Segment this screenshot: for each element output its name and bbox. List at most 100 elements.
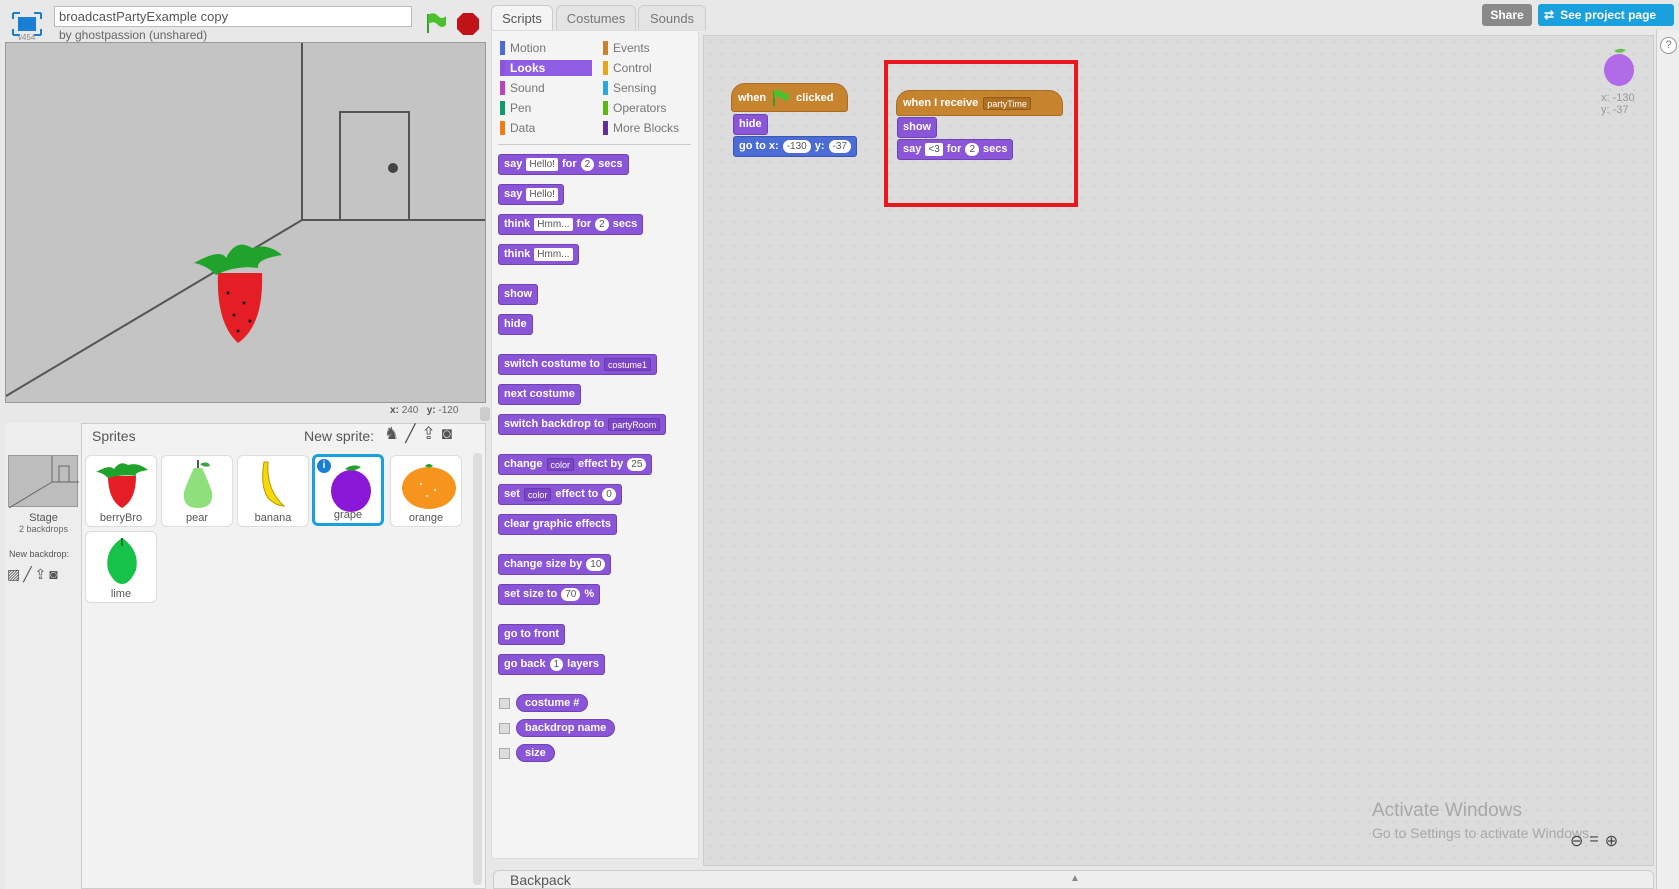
- sprite-tile-banana[interactable]: banana: [237, 455, 309, 527]
- banana-icon: [262, 461, 286, 507]
- think-for-secs-block[interactable]: think Hmm... for 2 secs: [498, 214, 644, 235]
- clear-effects-block[interactable]: clear graphic effects: [498, 514, 617, 535]
- next-costume-block[interactable]: next costume: [498, 384, 581, 405]
- stage[interactable]: [5, 42, 486, 403]
- grape-icon: [331, 465, 371, 512]
- strawberry-icon: [96, 463, 148, 508]
- paint-icon[interactable]: ╱: [23, 566, 31, 583]
- category-motion[interactable]: Motion: [500, 40, 592, 56]
- new-sprite-label: New sprite:: [304, 428, 375, 444]
- sprites-title: Sprites: [92, 428, 136, 444]
- say-block[interactable]: say Hello!: [498, 184, 564, 205]
- switch-backdrop-block[interactable]: switch backdrop to partyRoom: [498, 414, 667, 435]
- zoom-out-icon[interactable]: ⊖: [1570, 831, 1583, 851]
- change-effect-block[interactable]: change color effect by 25: [498, 454, 653, 475]
- activate-windows-subtitle: Go to Settings to activate Windows.: [1372, 825, 1593, 841]
- highlight-box: [884, 60, 1078, 207]
- tab-costumes[interactable]: Costumes: [556, 5, 636, 31]
- tab-scripts[interactable]: Scripts: [491, 5, 553, 31]
- go-to-front-block[interactable]: go to front: [498, 624, 565, 645]
- pear-icon: [183, 460, 213, 508]
- version-label: v454: [18, 33, 36, 42]
- sprite-library-icon[interactable]: ♞: [384, 424, 399, 444]
- change-size-block[interactable]: change size by 10: [498, 554, 612, 575]
- category-divider: [498, 144, 691, 145]
- backdrop-count: 2 backdrops: [18, 524, 69, 534]
- stage-label: Stage: [29, 512, 58, 524]
- see-project-page-button[interactable]: ⇄ See project page: [1538, 4, 1674, 26]
- category-sensing[interactable]: Sensing: [603, 80, 695, 96]
- stage-coordinates: x: 240 y: -120: [390, 405, 459, 416]
- share-button[interactable]: Share: [1482, 4, 1532, 26]
- stage-thumbnail[interactable]: [8, 455, 79, 509]
- category-operators[interactable]: Operators: [603, 100, 695, 116]
- category-pen[interactable]: Pen: [500, 100, 592, 116]
- sprite-name: berryBro: [99, 512, 143, 524]
- sprite-tile-grape[interactable]: i grape: [312, 454, 384, 526]
- stage-collapse-handle[interactable]: [480, 407, 490, 421]
- costume-number-checkbox[interactable]: [499, 698, 510, 709]
- chevron-up-icon[interactable]: ▲: [1070, 873, 1080, 884]
- size-checkbox[interactable]: [499, 748, 510, 759]
- sprite-name: lime: [110, 588, 132, 600]
- sprite-name: pear: [185, 512, 209, 524]
- go-to-xy-block[interactable]: go to x: -130 y: -37: [733, 136, 857, 157]
- sprite-tile-berrybro[interactable]: berryBro: [85, 455, 157, 527]
- zoom-controls: ⊖ = ⊕: [1570, 831, 1618, 851]
- hide-block[interactable]: hide: [498, 314, 533, 335]
- backdrop-name-reporter[interactable]: backdrop name: [516, 719, 616, 737]
- lime-icon: [107, 538, 137, 584]
- hide-block[interactable]: hide: [733, 114, 768, 135]
- sprite-name: grape: [333, 509, 363, 521]
- say-for-secs-block[interactable]: say Hello! for 2 secs: [498, 154, 629, 175]
- upload-icon[interactable]: ⇪: [35, 566, 47, 583]
- sprite-name: orange: [408, 512, 444, 524]
- backdrop-name-checkbox[interactable]: [499, 723, 510, 734]
- backpack-label: Backpack: [510, 872, 571, 888]
- switch-costume-block[interactable]: switch costume to costume1: [498, 354, 657, 375]
- category-looks[interactable]: Looks: [500, 60, 592, 76]
- activate-windows-title: Activate Windows: [1372, 800, 1522, 821]
- help-icon[interactable]: ?: [1660, 37, 1677, 54]
- category-events[interactable]: Events: [603, 40, 695, 56]
- grape-sprite-icon: [1604, 48, 1634, 86]
- green-flag-icon: [773, 89, 790, 106]
- zoom-in-icon[interactable]: ⊕: [1605, 831, 1618, 851]
- zoom-reset-icon[interactable]: =: [1589, 831, 1598, 851]
- set-size-block[interactable]: set size to 70%: [498, 584, 601, 605]
- new-sprite-icons: ♞ ╱ ⇪ ◙: [384, 424, 452, 444]
- when-flag-clicked-hat[interactable]: when clicked: [731, 83, 848, 112]
- project-byline: by ghostpassion (unshared): [59, 28, 208, 42]
- remix-arrows-icon: ⇄: [1544, 8, 1555, 22]
- paint-brush-icon[interactable]: ╱: [405, 424, 415, 444]
- sprite-name: banana: [254, 512, 292, 524]
- orange-icon: [402, 464, 456, 509]
- costume-number-reporter[interactable]: costume #: [516, 694, 589, 712]
- category-data[interactable]: Data: [500, 120, 592, 136]
- size-reporter[interactable]: size: [516, 744, 555, 762]
- go-back-layers-block[interactable]: go back 1 layers: [498, 654, 605, 675]
- stop-icon[interactable]: [456, 12, 480, 36]
- green-flag-icon[interactable]: [424, 11, 448, 35]
- new-backdrop-icons: ▨ ╱ ⇪ ◙: [7, 566, 58, 583]
- sprites-scrollbar[interactable]: [473, 453, 482, 885]
- sprite-tile-pear[interactable]: pear: [161, 455, 233, 527]
- backdrop-library-icon[interactable]: ▨: [7, 566, 20, 583]
- tab-sounds[interactable]: Sounds: [638, 5, 706, 31]
- camera-icon[interactable]: ◙: [49, 566, 57, 583]
- sprite-tile-lime[interactable]: lime: [85, 531, 157, 603]
- project-title-input[interactable]: [54, 6, 412, 27]
- stage-backdrop: [6, 43, 485, 402]
- set-effect-block[interactable]: set color effect to 0: [498, 484, 622, 505]
- category-more-blocks[interactable]: More Blocks: [603, 120, 695, 136]
- upload-sprite-icon[interactable]: ⇪: [422, 424, 436, 444]
- think-block[interactable]: think Hmm...: [498, 244, 579, 265]
- new-backdrop-label: New backdrop:: [9, 549, 70, 559]
- right-strip: [1656, 30, 1679, 889]
- sprite-tile-orange[interactable]: orange: [390, 455, 462, 527]
- category-control[interactable]: Control: [603, 60, 695, 76]
- show-block[interactable]: show: [498, 284, 539, 305]
- camera-icon[interactable]: ◙: [442, 424, 452, 444]
- scripts-area[interactable]: [703, 35, 1654, 866]
- category-sound[interactable]: Sound: [500, 80, 592, 96]
